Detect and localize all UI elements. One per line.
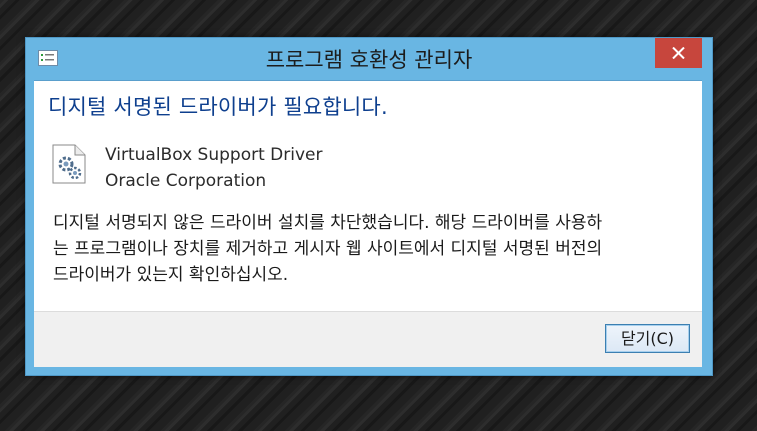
message-line: 디지털 서명되지 않은 드라이버 설치를 차단했습니다. 해당 드라이버를 사용… xyxy=(53,213,603,233)
message-text: 디지털 서명되지 않은 드라이버 설치를 차단했습니다. 해당 드라이버를 사용… xyxy=(53,210,693,288)
dialog-content: 디지털 서명된 드라이버가 필요합니다. VirtualBox Support … xyxy=(34,80,702,311)
dialog-footer: 닫기(C) xyxy=(34,311,702,367)
program-compatibility-dialog: 프로그램 호환성 관리자 디지털 서명된 드라이버가 필요합니다. Virtua… xyxy=(25,37,713,376)
driver-publisher: Oracle Corporation xyxy=(105,171,267,191)
close-icon xyxy=(672,47,685,59)
message-line: 드라이버가 있는지 확인하십시오. xyxy=(53,265,289,285)
driver-gear-file-icon xyxy=(52,144,86,184)
driver-name: VirtualBox Support Driver xyxy=(105,145,323,165)
main-instruction: 디지털 서명된 드라이버가 필요합니다. xyxy=(48,95,388,119)
window-close-button[interactable] xyxy=(655,38,702,68)
message-line: 는 프로그램이나 장치를 제거하고 게시자 웹 사이트에서 디지털 서명된 버전… xyxy=(53,239,603,259)
window-title: 프로그램 호환성 관리자 xyxy=(265,48,473,72)
close-button[interactable]: 닫기(C) xyxy=(605,324,690,353)
title-bar[interactable]: 프로그램 호환성 관리자 xyxy=(26,38,712,80)
